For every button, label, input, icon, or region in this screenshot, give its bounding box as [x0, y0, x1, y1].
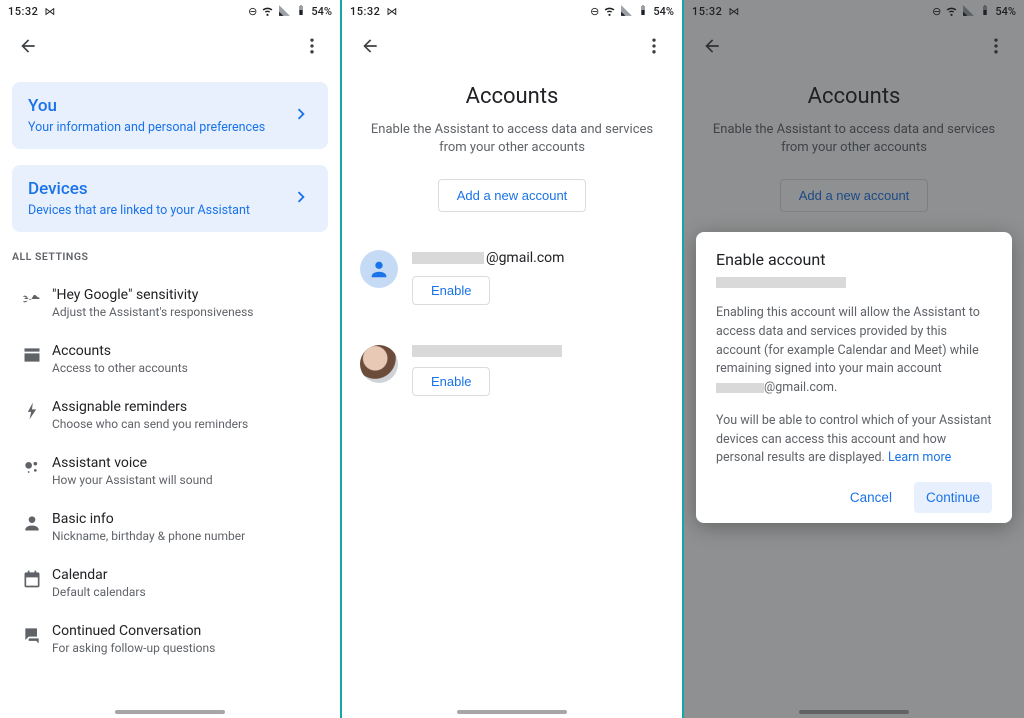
- setting-subtitle: Nickname, birthday & phone number: [52, 529, 245, 543]
- wifi-icon: [603, 4, 616, 19]
- setting-title: Basic info: [52, 511, 245, 527]
- redacted-text: [716, 277, 846, 288]
- card-devices-subtitle: Devices that are linked to your Assistan…: [28, 203, 290, 218]
- accounts-subtitle: Enable the Assistant to access data and …: [366, 121, 658, 157]
- screen-enable-account-dialog: 15:32 ⋈ ⊖ 54% Accounts Enable the Assist…: [684, 0, 1024, 718]
- setting-hey-google[interactable]: "Hey Google" sensitivity Adjust the Assi…: [12, 275, 328, 331]
- accounts-icon: [16, 343, 48, 365]
- setting-continued-conversation[interactable]: Continued Conversation For asking follow…: [12, 611, 328, 667]
- back-button[interactable]: [354, 30, 386, 62]
- wifi-icon: [261, 4, 274, 19]
- avatar-placeholder-icon: [360, 250, 398, 288]
- setting-basic-info[interactable]: Basic info Nickname, birthday & phone nu…: [12, 499, 328, 555]
- setting-title: Assistant voice: [52, 455, 213, 471]
- setting-calendar[interactable]: Calendar Default calendars: [12, 555, 328, 611]
- setting-assignable-reminders[interactable]: Assignable reminders Choose who can send…: [12, 387, 328, 443]
- section-header: All Settings: [12, 250, 328, 263]
- dialog-body-1: Enabling this account will allow the Ass…: [716, 304, 992, 398]
- app-bar: [342, 22, 682, 70]
- chevron-right-icon: [290, 103, 312, 129]
- status-bar: 15:32 ⋈ ⊖ 54%: [0, 0, 340, 22]
- chat-icon: [16, 623, 48, 645]
- assistant-voice-icon: [16, 455, 48, 477]
- account-row: Enable: [342, 345, 682, 396]
- avatar-photo: [360, 345, 398, 383]
- setting-assistant-voice[interactable]: Assistant voice How your Assistant will …: [12, 443, 328, 499]
- account-email: @gmail.com: [412, 250, 664, 266]
- setting-subtitle: Choose who can send you reminders: [52, 417, 248, 431]
- sensitivity-icon: [16, 287, 48, 309]
- nav-pill[interactable]: [799, 710, 909, 714]
- redacted-text: [412, 345, 562, 357]
- bluetooth-icon: ⋈: [386, 5, 397, 18]
- account-row: @gmail.com Enable: [342, 250, 682, 305]
- nav-pill[interactable]: [457, 710, 567, 714]
- setting-subtitle: Default calendars: [52, 585, 146, 599]
- account-email: [412, 345, 664, 357]
- accounts-title: Accounts: [366, 84, 658, 109]
- setting-subtitle: Adjust the Assistant's responsiveness: [52, 305, 254, 319]
- card-you-title: You: [28, 96, 290, 116]
- setting-accounts[interactable]: Accounts Access to other accounts: [12, 331, 328, 387]
- dialog-title: Enable account: [716, 250, 992, 269]
- redacted-text: [716, 383, 764, 393]
- clock: 15:32: [350, 5, 380, 18]
- card-devices[interactable]: Devices Devices that are linked to your …: [12, 165, 328, 232]
- battery-icon: [637, 4, 649, 18]
- enable-button[interactable]: Enable: [412, 276, 490, 305]
- dnd-icon: ⊖: [590, 6, 599, 17]
- screen-accounts-list: 15:32 ⋈ ⊖ 54% Accounts Enable the Assist…: [342, 0, 682, 718]
- calendar-icon: [16, 567, 48, 589]
- bluetooth-icon: ⋈: [44, 5, 55, 18]
- app-bar: [0, 22, 340, 70]
- setting-subtitle: For asking follow-up questions: [52, 641, 215, 655]
- card-you-subtitle: Your information and personal preference…: [28, 120, 290, 135]
- card-you[interactable]: You Your information and personal prefer…: [12, 82, 328, 149]
- setting-title: "Hey Google" sensitivity: [52, 287, 254, 303]
- cancel-button[interactable]: Cancel: [838, 482, 904, 513]
- enable-button[interactable]: Enable: [412, 367, 490, 396]
- card-devices-title: Devices: [28, 179, 290, 199]
- setting-title: Calendar: [52, 567, 146, 583]
- setting-title: Continued Conversation: [52, 623, 215, 639]
- overflow-menu[interactable]: [296, 30, 328, 62]
- add-account-button[interactable]: Add a new account: [438, 179, 587, 212]
- nav-pill[interactable]: [115, 710, 225, 714]
- battery-icon: [295, 4, 307, 18]
- dialog-body-2: You will be able to control which of you…: [716, 412, 992, 468]
- status-bar: 15:32 ⋈ ⊖ 54%: [342, 0, 682, 22]
- dialog-email: [716, 275, 992, 290]
- overflow-menu[interactable]: [638, 30, 670, 62]
- back-button[interactable]: [12, 30, 44, 62]
- reminder-icon: [16, 399, 48, 421]
- chevron-right-icon: [290, 186, 312, 212]
- battery-pct: 54%: [653, 6, 674, 17]
- battery-pct: 54%: [311, 6, 332, 17]
- person-icon: [16, 511, 48, 533]
- signal-icon: [620, 4, 633, 19]
- redacted-text: [412, 252, 484, 264]
- setting-subtitle: Access to other accounts: [52, 361, 188, 375]
- enable-account-dialog: Enable account Enabling this account wil…: [696, 232, 1012, 523]
- setting-subtitle: How your Assistant will sound: [52, 473, 213, 487]
- learn-more-link[interactable]: Learn more: [888, 450, 951, 465]
- screen-assistant-settings: 15:32 ⋈ ⊖ 54%: [0, 0, 340, 718]
- clock: 15:32: [8, 5, 38, 18]
- dnd-icon: ⊖: [248, 6, 257, 17]
- signal-icon: [278, 4, 291, 19]
- setting-title: Assignable reminders: [52, 399, 248, 415]
- continue-button[interactable]: Continue: [914, 482, 992, 513]
- setting-title: Accounts: [52, 343, 188, 359]
